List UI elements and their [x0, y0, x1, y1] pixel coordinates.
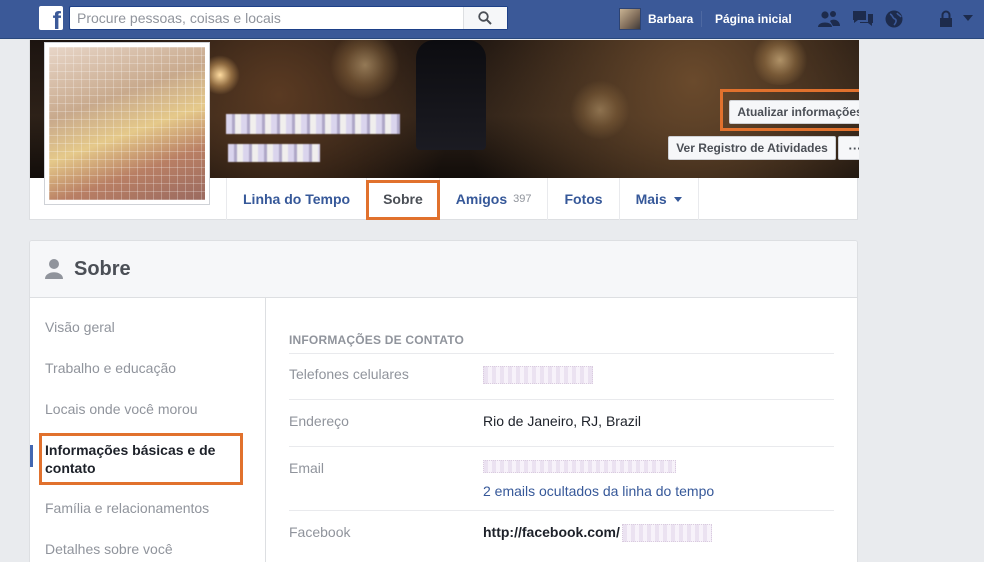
section-title: INFORMAÇÕES DE CONTATO: [289, 333, 465, 347]
person-icon: [45, 259, 63, 279]
address-label: Endereço: [289, 413, 349, 429]
profile-picture[interactable]: [44, 42, 210, 205]
divider: [289, 446, 834, 447]
facebook-label: Facebook: [289, 524, 351, 540]
highlight-frame: [39, 433, 243, 485]
sidebar-item-family[interactable]: Família e relacionamentos: [45, 500, 209, 516]
search-button[interactable]: [463, 7, 507, 29]
sidebar-item-places[interactable]: Locais onde você morou: [45, 401, 198, 417]
search-icon: [478, 11, 492, 25]
highlight-frame: [366, 180, 440, 220]
search-input[interactable]: [70, 7, 460, 29]
address-value: Rio de Janeiro, RJ, Brazil: [483, 413, 641, 429]
tab-friends[interactable]: Amigos 397: [440, 178, 549, 220]
profile-link[interactable]: Barbara: [619, 7, 693, 31]
friends-count: 397: [513, 193, 532, 205]
email-label: Email: [289, 460, 325, 476]
tab-photos[interactable]: Fotos: [548, 178, 620, 220]
more-options-button[interactable]: ···: [838, 136, 859, 160]
friends-icon[interactable]: [817, 9, 841, 29]
top-navigation-bar: f Barbara Página inicial: [0, 0, 984, 39]
highlight-frame: [720, 89, 859, 131]
active-indicator: [30, 445, 33, 467]
about-section: Sobre Visão geral Trabalho e educação Lo…: [29, 240, 858, 562]
about-header: Sobre: [30, 241, 857, 298]
chevron-down-icon: [673, 196, 682, 202]
sidebar-item-work-education[interactable]: Trabalho e educação: [45, 360, 176, 376]
profile-header: Atualizar informações Ver Registro de At…: [29, 40, 859, 220]
messages-icon[interactable]: [851, 9, 875, 29]
cover-figure: [416, 40, 486, 150]
tab-timeline[interactable]: Linha do Tempo: [226, 178, 368, 220]
about-sidebar: Visão geral Trabalho e educação Locais o…: [30, 298, 266, 562]
page-title: Sobre: [74, 257, 131, 280]
facebook-logo-icon[interactable]: f: [39, 6, 63, 30]
sidebar-item-details[interactable]: Detalhes sobre você: [45, 541, 173, 557]
sidebar-item-overview[interactable]: Visão geral: [45, 319, 115, 335]
account-caret-icon[interactable]: [962, 14, 974, 22]
hidden-emails-link[interactable]: 2 emails ocultados da linha do tempo: [483, 483, 714, 499]
privacy-lock-icon[interactable]: [938, 9, 954, 29]
divider: [289, 353, 834, 354]
profile-name-redacted: [226, 114, 400, 134]
globe-icon[interactable]: [884, 9, 904, 29]
user-name: Barbara: [648, 12, 694, 26]
email-redacted: [483, 460, 676, 473]
avatar: [619, 8, 641, 30]
search-bar: [69, 6, 508, 30]
divider: [289, 399, 834, 400]
tab-more[interactable]: Mais: [620, 178, 699, 220]
profile-nickname-redacted: [228, 144, 320, 162]
profile-tabs: Linha do Tempo Sobre Amigos 397 Fotos Mai…: [226, 178, 699, 220]
divider: [289, 510, 834, 511]
phones-label: Telefones celulares: [289, 366, 409, 382]
facebook-url[interactable]: http://facebook.com/: [483, 524, 620, 540]
activity-log-button[interactable]: Ver Registro de Atividades: [668, 136, 836, 160]
username-redacted: [622, 524, 712, 542]
phone-redacted: [483, 366, 593, 384]
home-link[interactable]: Página inicial: [715, 12, 792, 26]
divider: [701, 11, 702, 27]
